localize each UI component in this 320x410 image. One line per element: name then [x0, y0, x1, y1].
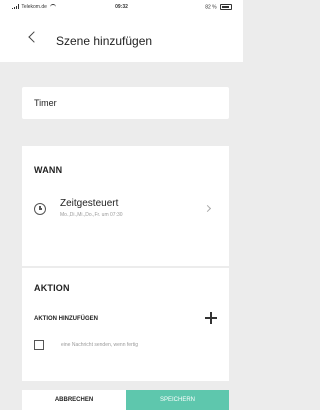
battery-icon	[220, 4, 232, 10]
schedule-detail: Mo.,Di.,Mi.,Do.,Fr. um 07:30	[60, 212, 123, 218]
action-section-label: AKTION	[34, 283, 70, 293]
plus-icon[interactable]	[205, 312, 217, 324]
schedule-row[interactable]: Zeitgesteuert Mo.,Di.,Mi.,Do.,Fr. um 07:…	[22, 191, 229, 227]
when-section: WANN Zeitgesteuert Mo.,Di.,Mi.,Do.,Fr. u…	[22, 146, 229, 266]
notify-option-row[interactable]: eine Nachricht senden, wenn fertig	[22, 336, 229, 356]
notify-label: eine Nachricht senden, wenn fertig	[61, 342, 138, 348]
save-button[interactable]: SPEICHERN	[126, 390, 229, 410]
add-action-row[interactable]: AKTION HINZUFÜGEN	[22, 305, 229, 333]
add-action-label: AKTION HINZUFÜGEN	[34, 316, 98, 322]
chevron-right-icon	[203, 204, 212, 213]
navigation-bar: Szene hinzufügen	[0, 18, 243, 62]
scene-name-field[interactable]	[22, 87, 229, 119]
status-right: 82 %	[205, 4, 232, 10]
notify-checkbox[interactable]	[34, 340, 44, 350]
schedule-title: Zeitgesteuert	[60, 198, 119, 209]
when-section-label: WANN	[34, 165, 63, 175]
battery-percent: 82 %	[205, 4, 217, 11]
cancel-button[interactable]: ABBRECHEN	[22, 390, 126, 410]
status-bar: Telekom.de 09:32 82 %	[0, 0, 243, 18]
page-title: Szene hinzufügen	[56, 34, 153, 48]
action-section: AKTION AKTION HINZUFÜGEN eine Nachricht …	[22, 268, 229, 381]
scene-editor-screen: Telekom.de 09:32 82 % Szene hinzufügen W…	[0, 0, 243, 410]
scene-name-input[interactable]	[22, 87, 214, 119]
chevron-left-icon[interactable]	[28, 31, 40, 43]
clock-icon	[34, 203, 46, 215]
